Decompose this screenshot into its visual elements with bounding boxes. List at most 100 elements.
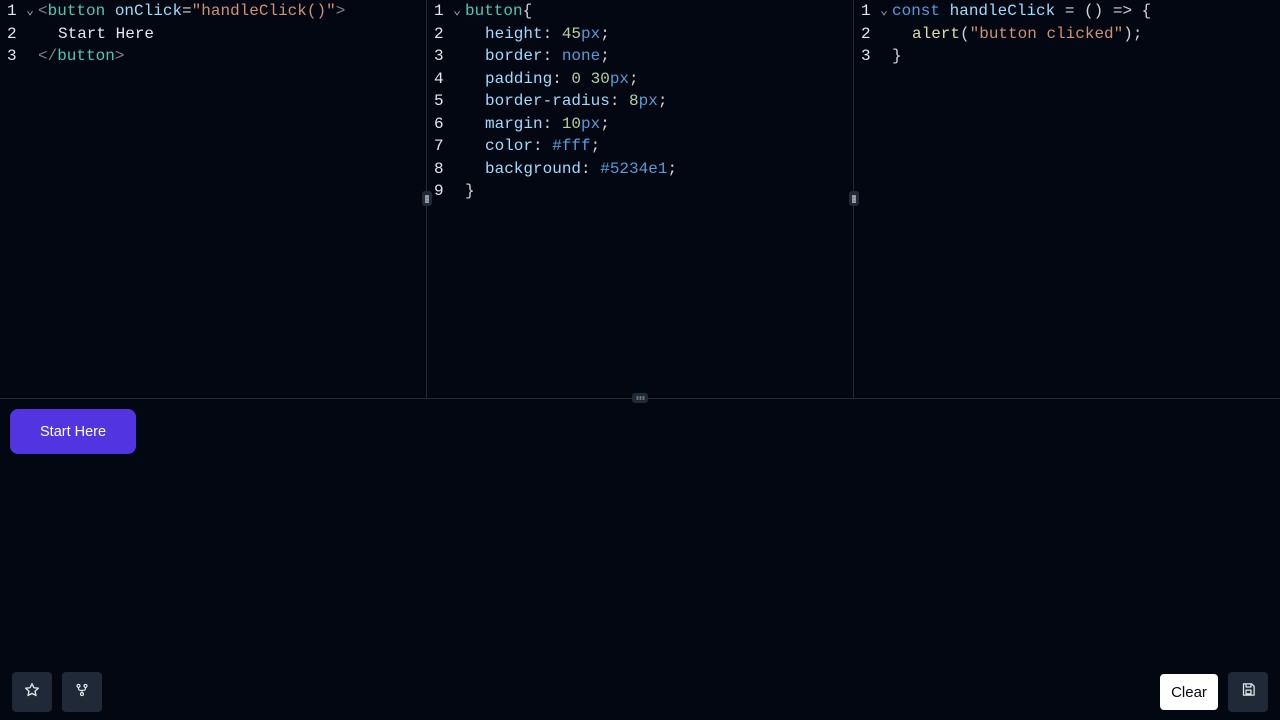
js-call-end: );	[1123, 24, 1143, 43]
fold-chevron-icon[interactable]: ⌄	[877, 0, 891, 23]
line-number: 3	[7, 47, 17, 65]
code-line: 2 Start Here	[0, 23, 426, 46]
code-line: 6 margin: 10px;	[427, 113, 853, 136]
code-content: height: 45px;	[485, 24, 610, 43]
fold-chevron-icon[interactable]: ⌄	[23, 0, 37, 23]
css-property: padding	[485, 69, 553, 88]
fork-button[interactable]	[62, 672, 102, 712]
save-button[interactable]	[1228, 672, 1268, 712]
tag-name: button	[57, 47, 115, 65]
css-property: border	[485, 47, 543, 65]
css-value: 0 30	[571, 69, 610, 88]
line-gutter: 2	[0, 23, 38, 46]
line-number: 1	[7, 2, 17, 20]
css-unit: px	[581, 24, 601, 43]
closing-tag-close: >	[114, 47, 125, 65]
star-button[interactable]	[12, 672, 52, 712]
code-content: margin: 10px;	[485, 114, 610, 133]
code-line: 3 border: none;	[427, 45, 853, 68]
code-line: 1 ⌄ button{	[427, 0, 853, 23]
line-number: 1	[861, 2, 871, 20]
css-unit: px	[581, 114, 601, 133]
code-content: }	[892, 45, 902, 68]
tag-open-bracket: <	[38, 2, 48, 20]
line-number: 3	[434, 47, 444, 65]
code-line: 1 ⌄ const handleClick = () => {	[854, 0, 1280, 23]
closing-tag-open: </	[38, 47, 58, 65]
code-line: 9 }	[427, 180, 853, 203]
line-gutter: 1 ⌄	[854, 0, 892, 23]
line-gutter: 3	[0, 45, 38, 68]
css-selector: button	[465, 2, 523, 20]
js-identifier: handleClick	[949, 2, 1056, 20]
js-keyword: const	[892, 2, 941, 20]
code-content: padding: 0 30px;	[485, 69, 639, 88]
code-content: Start Here	[38, 23, 154, 46]
clear-button[interactable]: Clear	[1160, 674, 1218, 710]
line-number: 2	[861, 24, 871, 43]
line-gutter: 9	[427, 180, 465, 203]
preview-start-button[interactable]: Start Here	[10, 409, 137, 454]
css-value: #fff	[552, 137, 591, 155]
preview-panel: Start Here	[0, 399, 1280, 720]
code-content: <button onClick="handleClick()">	[38, 0, 345, 23]
code-content: alert("button clicked");	[912, 24, 1143, 43]
css-value: 10	[561, 114, 582, 133]
js-editor[interactable]: 1 ⌄ const handleClick = () => { 2 alert(…	[854, 0, 1280, 398]
code-line: 4 padding: 0 30px;	[427, 68, 853, 91]
code-line: 1 ⌄ <button onClick="handleClick()">	[0, 0, 426, 23]
css-editor[interactable]: 1 ⌄ button{ 2 height: 45px; 3 border: none;…	[427, 0, 854, 398]
css-property: border-radius	[485, 92, 610, 110]
code-content: color: #fff;	[485, 137, 601, 155]
code-content: </button>	[38, 45, 124, 68]
line-number: 7	[434, 137, 444, 155]
button-text: Start Here	[58, 24, 155, 43]
attr-value: "handleClick()"	[191, 2, 336, 20]
code-content: button{	[465, 0, 532, 23]
code-content: border-radius: 8px;	[485, 92, 668, 110]
css-value: none	[561, 47, 601, 65]
code-line: 3 }	[854, 45, 1280, 68]
save-icon	[1241, 682, 1256, 702]
code-line: 3 </button>	[0, 45, 426, 68]
css-unit: px	[609, 69, 630, 88]
line-number: 8	[434, 159, 444, 178]
attr-eq: =	[182, 2, 192, 20]
editor-panes: 1 ⌄ <button onClick="handleClick()"> 2 S…	[0, 0, 1280, 398]
css-property: color	[485, 137, 534, 155]
open-brace: {	[522, 2, 533, 20]
code-line: 2 alert("button clicked");	[854, 23, 1280, 46]
line-number: 6	[434, 114, 444, 133]
line-number: 2	[434, 24, 444, 43]
code-line: 2 height: 45px;	[427, 23, 853, 46]
css-property: height	[485, 24, 543, 43]
html-editor[interactable]: 1 ⌄ <button onClick="handleClick()"> 2 S…	[0, 0, 427, 398]
js-function-call: alert	[912, 24, 961, 43]
close-brace: }	[465, 182, 475, 200]
attr-name: onClick	[114, 2, 183, 20]
pane-resize-handle[interactable]	[422, 191, 432, 206]
code-line: 5 border-radius: 8px;	[427, 90, 853, 113]
line-number: 1	[434, 2, 444, 20]
css-value: 45	[561, 24, 582, 43]
line-number: 2	[7, 24, 17, 43]
fold-chevron-icon[interactable]: ⌄	[450, 0, 464, 23]
line-gutter: 3	[854, 45, 892, 68]
code-content: }	[465, 180, 475, 203]
star-icon	[24, 682, 40, 703]
css-value: #5234e1	[600, 159, 668, 178]
css-property: background	[485, 159, 582, 178]
tag-name: button	[47, 2, 106, 20]
line-gutter: 8	[427, 158, 465, 181]
line-number: 5	[434, 92, 444, 110]
pane-resize-handle[interactable]	[849, 191, 859, 206]
line-number: 4	[434, 69, 444, 88]
line-gutter: 7	[427, 135, 465, 158]
js-close-brace: }	[892, 47, 902, 65]
line-gutter: 2	[427, 23, 465, 46]
line-gutter: 1 ⌄	[0, 0, 38, 23]
code-line: 7 color: #fff;	[427, 135, 853, 158]
css-value: 8	[629, 92, 639, 110]
css-property: margin	[485, 114, 543, 133]
js-arrow: = () => {	[1055, 2, 1152, 20]
